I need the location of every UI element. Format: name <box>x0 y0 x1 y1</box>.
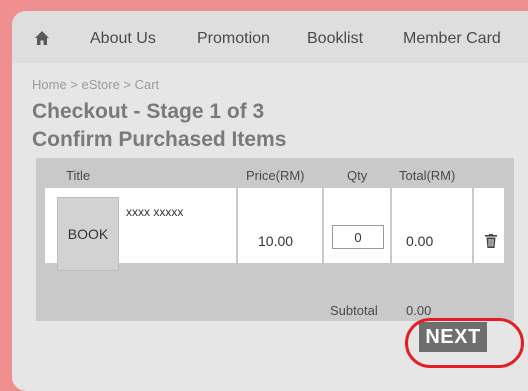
home-icon[interactable] <box>34 30 50 46</box>
nav-booklist[interactable]: Booklist <box>307 30 363 48</box>
highlight-circle <box>405 318 524 368</box>
page-subtitle: Confirm Purchased Items <box>32 128 287 151</box>
trash-icon[interactable] <box>485 234 497 248</box>
total-cell <box>392 188 472 263</box>
book-name[interactable]: xxxx xxxxx <box>126 205 183 219</box>
page-title: Checkout - Stage 1 of 3 <box>32 100 265 123</box>
top-nav: About Us Promotion Booklist Member Card <box>12 11 528 63</box>
cart-table: Title Price(RM) Qty Total(RM) BOOK xxxx … <box>36 158 514 321</box>
book-thumbnail[interactable]: BOOK <box>57 197 119 271</box>
nav-about-us[interactable]: About Us <box>90 30 156 48</box>
column-header-title: Title <box>66 168 91 183</box>
price-value: 10.00 <box>258 233 294 249</box>
breadcrumb[interactable]: Home > eStore > Cart <box>32 77 159 92</box>
quantity-input[interactable] <box>332 225 384 249</box>
total-value: 0.00 <box>406 233 434 249</box>
subtotal-label: Subtotal <box>330 303 378 318</box>
column-header-total: Total(RM) <box>399 168 456 183</box>
column-header-price: Price(RM) <box>246 168 305 183</box>
price-cell <box>238 188 322 263</box>
subtotal-value: 0.00 <box>406 303 432 318</box>
column-header-qty: Qty <box>347 168 368 183</box>
delete-cell <box>474 188 504 263</box>
nav-member-card[interactable]: Member Card <box>403 30 501 48</box>
nav-promotion[interactable]: Promotion <box>197 30 270 48</box>
